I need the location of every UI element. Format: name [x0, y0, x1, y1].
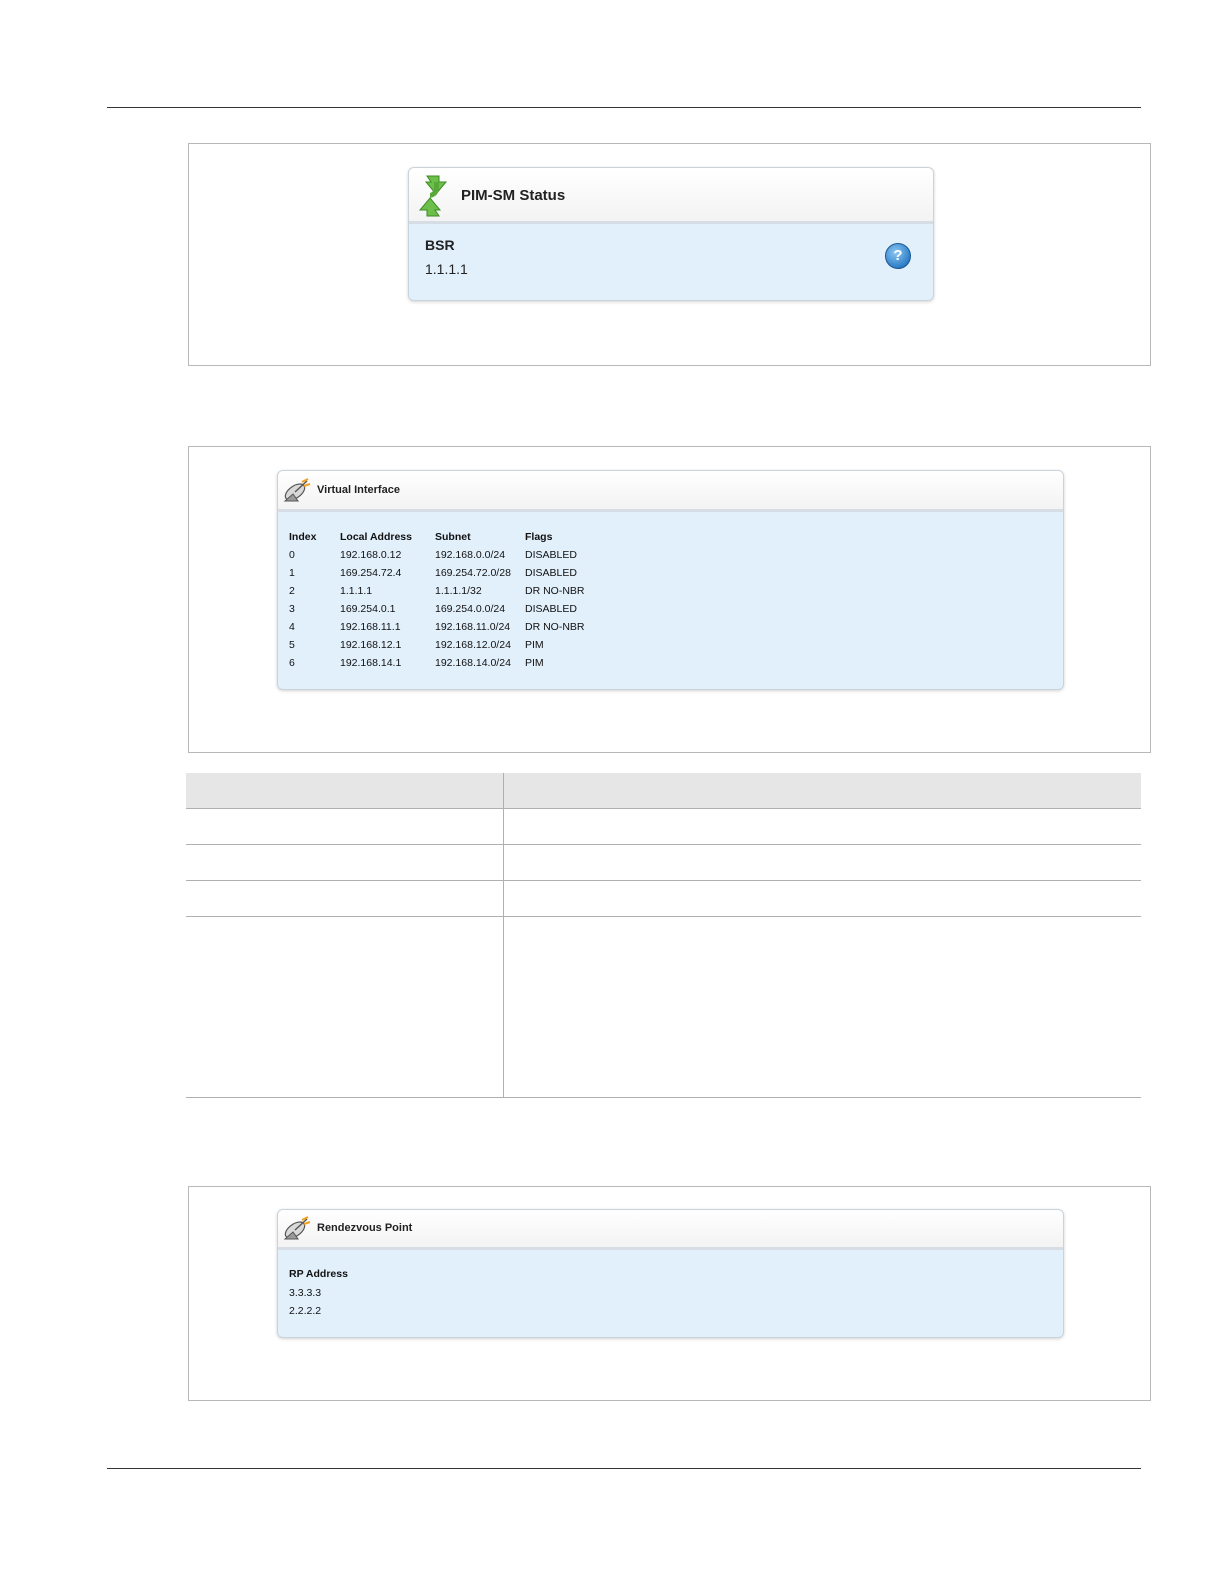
table-row: 0 192.168.0.12 192.168.0.0/24 DISABLED: [289, 546, 615, 564]
rendezvous-point-panel: Rendezvous Point RP Address 3.3.3.3 2.2.…: [277, 1209, 1064, 1338]
cell-index: 0: [289, 549, 295, 561]
table-row: 2 1.1.1.1 1.1.1.1/32 DR NO-NBR: [289, 582, 615, 600]
cell-subnet: 1.1.1.1/32: [435, 585, 482, 597]
virtual-interface-panel: Virtual Interface Index Local Address Su…: [277, 470, 1064, 690]
cell-flags: DISABLED: [525, 567, 577, 579]
cell-subnet: 192.168.12.0/24: [435, 639, 511, 651]
table-row: 1 169.254.72.4 169.254.72.0/28 DISABLED: [289, 564, 615, 582]
cell-flags: PIM: [525, 639, 544, 651]
cell-local-address: 169.254.0.1: [340, 603, 396, 615]
table-row: [186, 844, 1141, 881]
table-row: [186, 880, 1141, 917]
description-column-header: [503, 773, 1141, 809]
table-row: 6 192.168.14.1 192.168.14.0/24 PIM: [289, 654, 615, 672]
description-cell: [503, 808, 1141, 845]
column-header-flags: Flags: [525, 531, 553, 543]
satellite-dish-icon: [283, 478, 311, 502]
cell-index: 1: [289, 567, 295, 579]
table-row: [186, 808, 1141, 845]
cell-subnet: 192.168.0.0/24: [435, 549, 506, 561]
parameter-cell: [186, 916, 504, 1098]
panel-header: Virtual Interface: [278, 471, 1063, 512]
rp-address-item: 2.2.2.2: [289, 1305, 322, 1317]
cell-local-address: 1.1.1.1: [340, 585, 373, 597]
cell-subnet: 169.254.72.0/28: [435, 567, 511, 579]
cell-local-address: 192.168.11.1: [340, 621, 401, 633]
cell-index: 3: [289, 603, 295, 615]
parameter-cell: [186, 880, 504, 917]
table-row: 3 169.254.0.1 169.254.0.0/24 DISABLED: [289, 600, 615, 618]
rp-address-item: 3.3.3.3: [289, 1287, 322, 1299]
bsr-label: BSR: [425, 237, 455, 253]
pim-sm-status-panel: PIM-SM Status BSR 1.1.1.1 ?: [408, 167, 934, 301]
virtual-interface-table: Index Local Address Subnet Flags 0 192.1…: [289, 528, 615, 672]
cell-index: 5: [289, 639, 295, 651]
parameter-table: [186, 773, 1141, 1098]
parameter-cell: [186, 808, 504, 845]
panel-title: PIM-SM Status: [461, 187, 566, 204]
panel-header: Rendezvous Point: [278, 1210, 1063, 1250]
panel-body: Index Local Address Subnet Flags 0 192.1…: [278, 512, 1063, 689]
cell-index: 4: [289, 621, 295, 633]
page-footer-rule: [107, 1468, 1141, 1469]
panel-body: RP Address 3.3.3.3 2.2.2.2: [278, 1250, 1063, 1337]
column-header-local-address: Local Address: [340, 531, 412, 543]
cell-local-address: 192.168.0.12: [340, 549, 402, 561]
cell-flags: PIM: [525, 657, 544, 669]
table-row: 5 192.168.12.1 192.168.12.0/24 PIM: [289, 636, 615, 654]
table-header-row: Index Local Address Subnet Flags: [289, 528, 615, 546]
panel-title: Rendezvous Point: [317, 1222, 413, 1234]
panel-header: PIM-SM Status: [409, 168, 933, 224]
cell-local-address: 192.168.14.1: [340, 657, 402, 669]
panel-body: BSR 1.1.1.1 ?: [409, 224, 933, 300]
description-cell: [503, 916, 1141, 1098]
cell-index: 2: [289, 585, 295, 597]
description-cell: [503, 844, 1141, 881]
description-cell: [503, 880, 1141, 917]
cell-flags: DR NO-NBR: [525, 621, 585, 633]
help-icon[interactable]: ?: [885, 243, 911, 269]
cell-subnet: 169.254.0.0/24: [435, 603, 506, 615]
column-header-index: Index: [289, 531, 317, 543]
bsr-value: 1.1.1.1: [425, 261, 468, 277]
parameter-column-header: [186, 773, 504, 809]
cell-local-address: 192.168.12.1: [340, 639, 402, 651]
cell-index: 6: [289, 657, 295, 669]
page-header-rule: [107, 107, 1141, 108]
cell-flags: DISABLED: [525, 603, 577, 615]
satellite-dish-icon: [283, 1216, 311, 1240]
parameter-table-header: [186, 773, 1141, 809]
parameter-cell: [186, 844, 504, 881]
table-row: 4 192.168.11.1 192.168.11.0/24 DR NO-NBR: [289, 618, 615, 636]
cell-subnet: 192.168.11.0/24: [435, 621, 511, 633]
panel-title: Virtual Interface: [317, 484, 400, 496]
cell-subnet: 192.168.14.0/24: [435, 657, 511, 669]
green-refresh-arrows-icon: [418, 175, 448, 217]
cell-local-address: 169.254.72.4: [340, 567, 402, 579]
rp-address-header: RP Address: [289, 1268, 348, 1280]
cell-flags: DR NO-NBR: [525, 585, 585, 597]
cell-flags: DISABLED: [525, 549, 577, 561]
table-row: [186, 916, 1141, 1098]
column-header-subnet: Subnet: [435, 531, 471, 543]
